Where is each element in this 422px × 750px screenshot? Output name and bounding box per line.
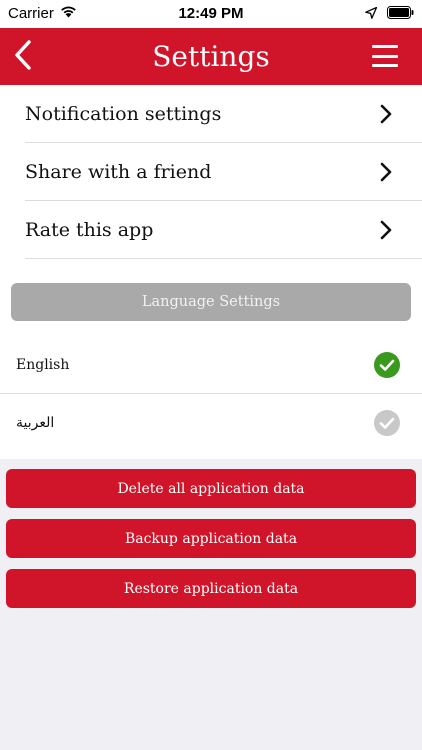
language-option-label: English	[16, 357, 70, 373]
language-settings-header: Language Settings	[11, 283, 411, 321]
settings-block: Notification settings Share with a frien…	[0, 85, 422, 459]
settings-item-notifications[interactable]: Notification settings	[25, 85, 422, 143]
check-circle-icon	[374, 410, 400, 436]
language-option-label: العربية	[16, 415, 55, 431]
chevron-right-icon	[380, 162, 392, 187]
location-arrow-icon	[365, 6, 378, 24]
settings-item-share[interactable]: Share with a friend	[25, 143, 422, 201]
settings-item-label: Notification settings	[25, 102, 222, 125]
chevron-right-icon	[380, 220, 392, 245]
back-button[interactable]	[8, 39, 38, 75]
hamburger-menu-icon[interactable]	[372, 43, 398, 69]
chevron-right-icon	[380, 104, 392, 129]
status-time: 12:49 PM	[178, 5, 244, 22]
chevron-left-icon	[14, 39, 32, 75]
navbar: Settings	[0, 28, 422, 85]
settings-item-label: Rate this app	[25, 218, 154, 241]
settings-item-label: Share with a friend	[25, 160, 212, 183]
delete-data-button[interactable]: Delete all application data	[6, 469, 416, 508]
status-bar: Carrier 12:49 PM	[0, 0, 422, 28]
restore-data-button[interactable]: Restore application data	[6, 569, 416, 608]
check-circle-icon	[374, 352, 400, 378]
language-option-english[interactable]: English	[0, 336, 422, 394]
backup-data-button[interactable]: Backup application data	[6, 519, 416, 558]
page-title: Settings	[152, 40, 270, 73]
language-option-arabic[interactable]: العربية	[0, 394, 422, 452]
settings-item-rate[interactable]: Rate this app	[25, 201, 422, 259]
status-right	[365, 6, 414, 24]
battery-icon	[387, 6, 414, 24]
